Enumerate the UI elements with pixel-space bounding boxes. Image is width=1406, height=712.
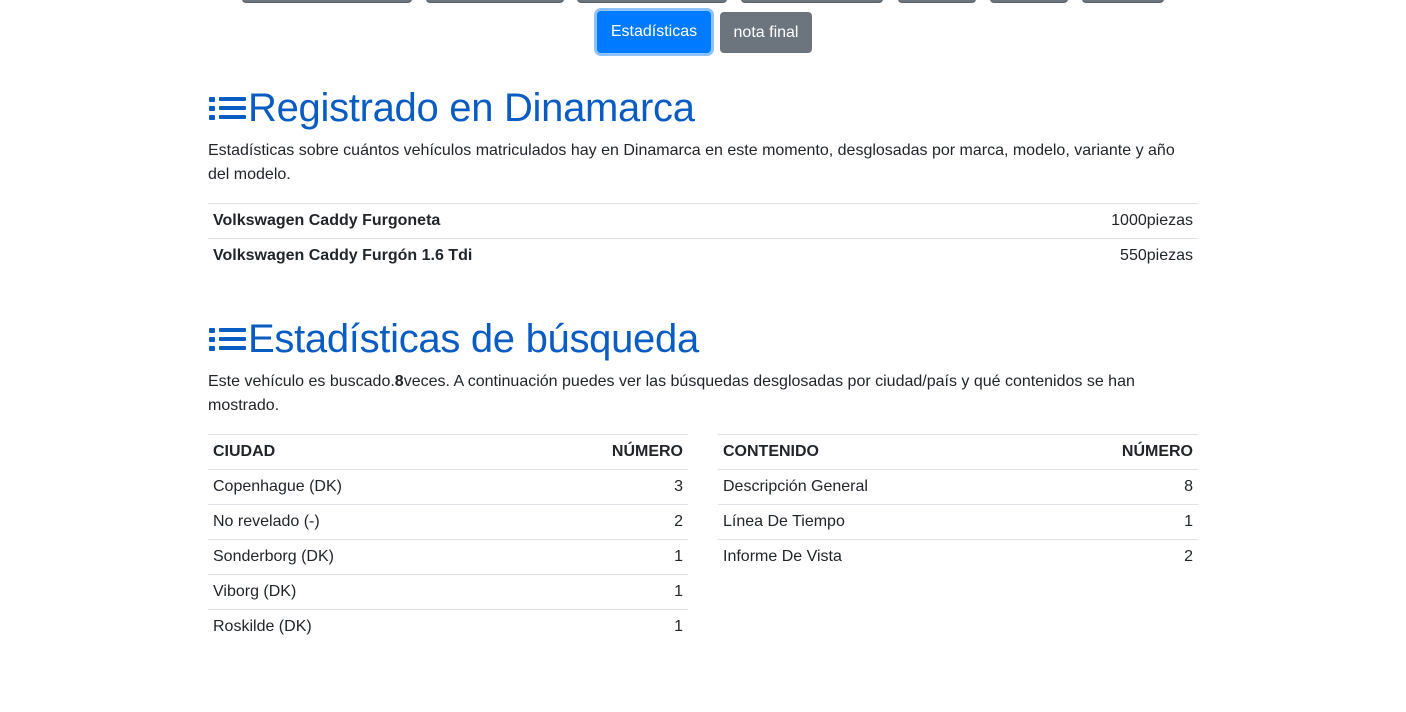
number-header: NÚMERO [1033, 434, 1198, 470]
city-label: Sonderborg (DK) [208, 539, 512, 575]
search-desc-prefix: Este vehículo es buscado. [208, 373, 395, 390]
nav-button-partial[interactable] [741, 0, 883, 3]
content-table: CONTENIDO NÚMERO Descripción General 8 L… [718, 434, 1198, 574]
city-label: Viborg (DK) [208, 574, 512, 610]
content-value: 8 [1033, 469, 1198, 505]
table-row: Informe De Vista 2 [718, 539, 1198, 574]
number-header: NÚMERO [511, 434, 688, 470]
registered-table: Volkswagen Caddy Furgoneta 1000piezas Vo… [208, 203, 1198, 273]
search-tables: CIUDAD NÚMERO Copenhague (DK) 3 No revel… [208, 434, 1198, 644]
table-header-row: CONTENIDO NÚMERO [718, 434, 1198, 470]
city-table: CIUDAD NÚMERO Copenhague (DK) 3 No revel… [208, 434, 688, 644]
stats-button[interactable]: Estadísticas [597, 11, 711, 53]
search-description: Este vehículo es buscado.8veces. A conti… [208, 370, 1198, 418]
content-label: Línea De Tiempo [718, 504, 1034, 540]
search-title: Estadísticas de búsqueda [248, 317, 699, 361]
vehicle-name: Volkswagen Caddy Furgoneta [208, 203, 947, 239]
vehicle-count: 550piezas [946, 238, 1198, 273]
search-count: 8 [394, 373, 404, 390]
city-label: Roskilde (DK) [208, 609, 512, 644]
city-header: CIUDAD [208, 434, 512, 470]
city-value: 2 [511, 504, 688, 540]
list-icon [209, 328, 246, 351]
registered-description: Estadísticas sobre cuántos vehículos mat… [208, 142, 1175, 183]
table-row: No revelado (-) 2 [208, 504, 688, 540]
registered-title: Registrado en Dinamarca [248, 86, 695, 130]
registered-section: Registrado en Dinamarca Estadísticas sob… [208, 84, 1198, 273]
nav-button-partial[interactable] [990, 0, 1068, 3]
table-row: Volkswagen Caddy Furgoneta 1000piezas [208, 203, 1198, 239]
final-note-button[interactable]: nota final [720, 12, 812, 53]
city-value: 1 [511, 574, 688, 610]
table-row: Copenhague (DK) 3 [208, 469, 688, 505]
city-value: 1 [511, 539, 688, 575]
city-label: No revelado (-) [208, 504, 512, 540]
table-row: Sonderborg (DK) 1 [208, 539, 688, 575]
content-label: Informe De Vista [718, 539, 1034, 574]
nav-button-partial[interactable] [898, 0, 976, 3]
content-value: 2 [1033, 539, 1198, 574]
table-row: Descripción General 8 [718, 469, 1198, 505]
vehicle-count: 1000piezas [946, 203, 1198, 239]
table-row: Roskilde (DK) 1 [208, 609, 688, 644]
city-value: 3 [511, 469, 688, 505]
list-icon [209, 97, 246, 120]
city-value: 1 [511, 609, 688, 644]
nav-button-partial[interactable] [1082, 0, 1164, 3]
vehicle-name: Volkswagen Caddy Furgón 1.6 Tdi [208, 238, 947, 273]
section-nav: Estadísticas nota final [0, 11, 1406, 55]
table-row: Volkswagen Caddy Furgón 1.6 Tdi 550pieza… [208, 238, 1198, 273]
nav-button-partial[interactable] [242, 0, 412, 3]
content-label: Descripción General [718, 469, 1034, 505]
top-button-row-cut [0, 0, 1406, 3]
city-label: Copenhague (DK) [208, 469, 512, 505]
table-row: Viborg (DK) 1 [208, 574, 688, 610]
table-row: Línea De Tiempo 1 [718, 504, 1198, 540]
search-heading: Estadísticas de búsqueda [208, 315, 1198, 363]
content-header: CONTENIDO [718, 434, 1034, 470]
content-value: 1 [1033, 504, 1198, 540]
nav-button-partial[interactable] [577, 0, 727, 3]
registered-heading: Registrado en Dinamarca [208, 84, 1198, 132]
nav-button-partial[interactable] [426, 0, 564, 3]
table-header-row: CIUDAD NÚMERO [208, 434, 688, 470]
search-section: Estadísticas de búsqueda Este vehículo e… [208, 315, 1198, 644]
